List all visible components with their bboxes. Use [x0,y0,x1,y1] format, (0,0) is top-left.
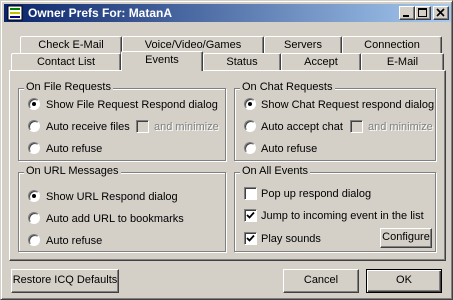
minimize-button[interactable] [399,6,415,20]
title-bar[interactable]: Owner Prefs For: MatanA [4,4,451,22]
chat-and-minimize-checkbox[interactable] [350,120,363,133]
popup-respond-option[interactable]: Pop up respond dialog [244,187,434,203]
close-icon [436,8,445,17]
url-auto-refuse-label: Auto refuse [46,235,103,247]
play-sounds-option[interactable]: Play sounds [244,232,344,248]
file-and-minimize-label: and minimize [154,121,219,133]
url-auto-add-option[interactable]: Auto add URL to bookmarks [28,212,224,228]
ok-button[interactable]: OK [366,269,442,293]
jump-to-event-option[interactable]: Jump to incoming event in the list [244,209,434,225]
configure-button[interactable]: Configure [380,228,432,248]
chat-auto-accept-label: Auto accept chat [261,121,343,133]
jump-to-event-label: Jump to incoming event in the list [261,210,424,222]
prefs-dialog: Owner Prefs For: MatanA Check E-Mail Voi… [0,0,453,300]
url-show-dialog-radio[interactable] [28,190,40,202]
play-sounds-label: Play sounds [261,233,321,245]
url-auto-refuse-radio[interactable] [28,234,40,246]
maximize-icon [418,8,427,17]
tab-connection[interactable]: Connection [342,36,442,54]
file-show-dialog-radio[interactable] [28,98,40,110]
file-auto-receive-radio[interactable] [28,120,40,132]
url-auto-add-radio[interactable] [28,212,40,224]
url-show-dialog-label: Show URL Respond dialog [46,191,178,203]
chat-auto-refuse-radio[interactable] [244,142,256,154]
all-events-legend: On All Events [240,165,311,177]
chat-auto-refuse-label: Auto refuse [261,143,318,155]
app-icon[interactable] [7,5,23,21]
chat-show-dialog-label: Show Chat Request respond dialog [261,99,435,111]
file-requests-legend: On File Requests [24,81,113,93]
tab-servers[interactable]: Servers [264,36,342,54]
tab-email[interactable]: E-Mail [361,53,444,71]
popup-respond-checkbox[interactable] [244,187,257,200]
chat-auto-accept-option[interactable]: Auto accept chat and minimize [244,120,434,136]
file-auto-refuse-radio[interactable] [28,142,40,154]
events-panel: On File Requests Show File Request Respo… [9,70,446,261]
tab-events[interactable]: Events [121,51,203,71]
file-auto-receive-label: Auto receive files [46,121,130,133]
url-auto-refuse-option[interactable]: Auto refuse [28,234,148,250]
chat-requests-group: On Chat Requests Show Chat Request respo… [234,81,436,161]
tab-check-email[interactable]: Check E-Mail [20,36,122,54]
tab-contact-list[interactable]: Contact List [11,53,121,71]
minimize-icon [403,15,409,17]
window-title: Owner Prefs For: MatanA [28,6,173,20]
file-auto-refuse-option[interactable]: Auto refuse [28,142,148,158]
tab-status[interactable]: Status [203,53,281,71]
restore-defaults-button[interactable]: Restore ICQ Defaults [11,269,119,293]
file-requests-group: On File Requests Show File Request Respo… [18,81,226,161]
all-events-group: On All Events Pop up respond dialog Jump… [234,165,436,252]
file-show-dialog-option[interactable]: Show File Request Respond dialog [28,98,224,114]
chat-requests-legend: On Chat Requests [240,81,335,93]
close-button[interactable] [433,6,449,20]
url-show-dialog-option[interactable]: Show URL Respond dialog [28,190,224,206]
file-auto-receive-option[interactable]: Auto receive files and minimize [28,120,224,136]
tab-accept[interactable]: Accept [281,53,361,71]
chat-and-minimize-label: and minimize [368,121,433,133]
file-and-minimize-checkbox[interactable] [136,120,149,133]
play-sounds-checkbox[interactable] [244,232,257,245]
chat-show-dialog-radio[interactable] [244,98,256,110]
popup-respond-label: Pop up respond dialog [261,188,372,200]
checkmark-icon [246,234,255,242]
url-messages-group: On URL Messages Show URL Respond dialog … [18,165,226,252]
chat-auto-refuse-option[interactable]: Auto refuse [244,142,364,158]
maximize-button[interactable] [415,6,431,20]
url-auto-add-label: Auto add URL to bookmarks [46,213,184,225]
file-show-dialog-label: Show File Request Respond dialog [46,99,218,111]
chat-show-dialog-option[interactable]: Show Chat Request respond dialog [244,98,434,114]
url-messages-legend: On URL Messages [24,165,121,177]
jump-to-event-checkbox[interactable] [244,209,257,222]
cancel-button[interactable]: Cancel [283,269,359,293]
file-auto-refuse-label: Auto refuse [46,143,103,155]
chat-auto-accept-radio[interactable] [244,120,256,132]
checkmark-icon [246,211,255,219]
